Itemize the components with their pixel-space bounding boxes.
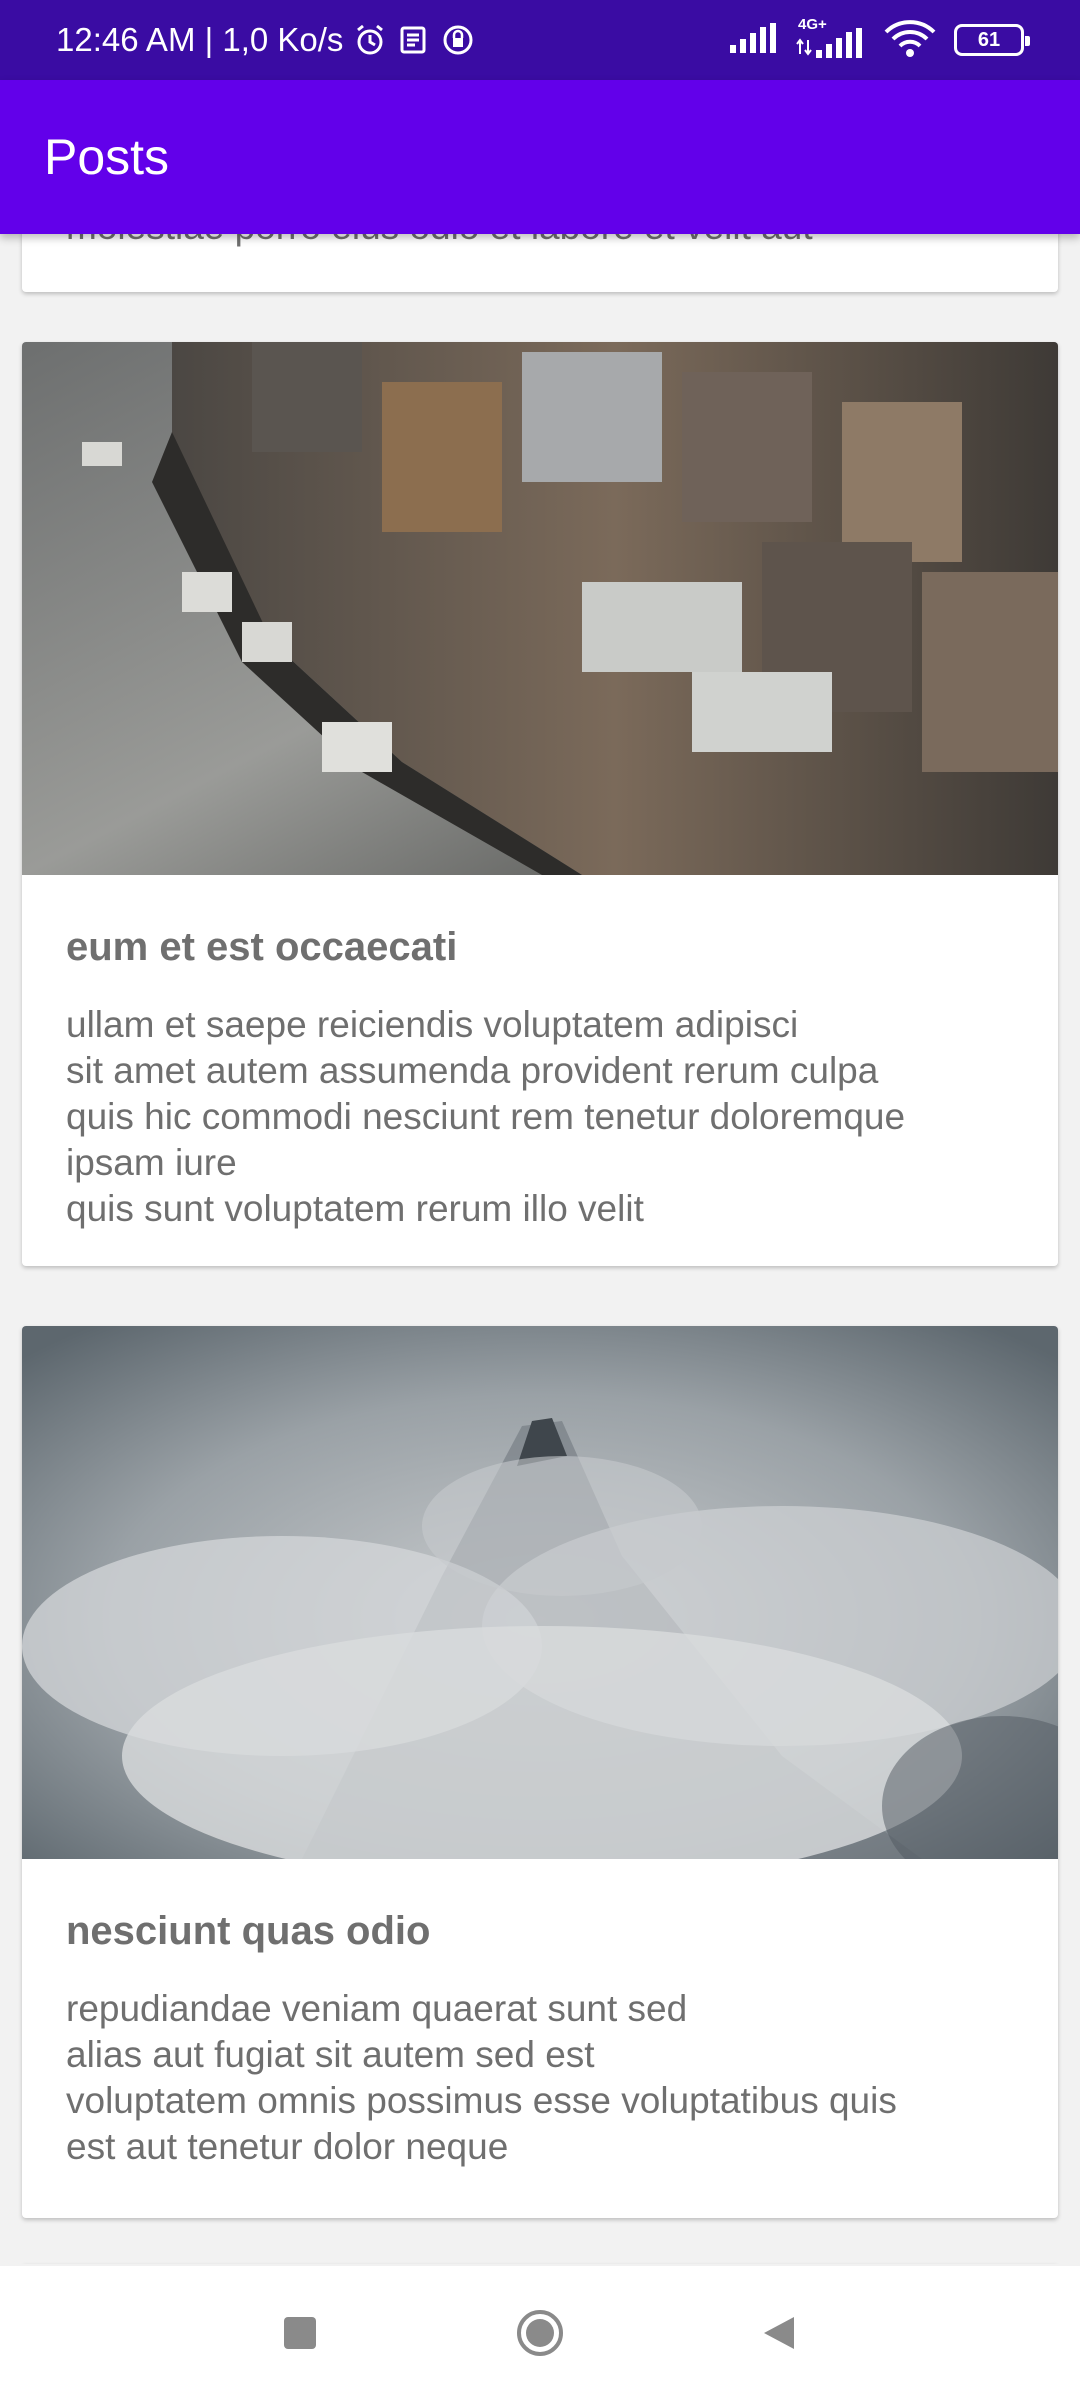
vpn-icon <box>441 23 475 57</box>
status-time: 12:46 AM | 1,0 Ko/s <box>56 21 344 58</box>
recent-apps-icon[interactable] <box>270 2303 330 2363</box>
alarm-icon <box>353 23 387 57</box>
post-image-city <box>22 342 1058 875</box>
back-icon[interactable] <box>750 2303 810 2363</box>
post-body: ullam et saepe reiciendis voluptatem adi… <box>66 1004 906 1229</box>
post-title: eum et est occaecati <box>66 925 458 969</box>
post-body: repudiandae veniam quaerat sunt sed alia… <box>66 1988 897 2167</box>
signal-icon <box>728 22 778 58</box>
post-card[interactable]: eum et est occaecati ullam et saepe reic… <box>22 342 1058 1266</box>
post-image-mountain <box>22 1326 1058 1859</box>
post-content: nesciunt quas odio repudiandae veniam qu… <box>22 1859 1058 2170</box>
app-bar: Posts <box>0 80 1080 234</box>
signal-4g-icon: 4G+ <box>796 16 866 60</box>
battery-level: 61 <box>977 28 1001 51</box>
post-card[interactable]: nesciunt quas odio repudiandae veniam qu… <box>22 1326 1058 2218</box>
battery-icon: 61 <box>954 24 1030 56</box>
post-content: eum et est occaecati ullam et saepe reic… <box>22 875 1058 1232</box>
wifi-icon <box>884 18 936 63</box>
page-title: Posts <box>44 129 170 185</box>
post-title: nesciunt quas odio <box>66 1909 431 1953</box>
post-card[interactable]: molestiae porro eius odio et labore et v… <box>22 234 1058 292</box>
status-left: 12:46 AM | 1,0 Ko/s <box>56 21 475 59</box>
news-icon <box>397 23 431 57</box>
home-icon[interactable] <box>510 2303 570 2363</box>
posts-list[interactable]: molestiae porro eius odio et labore et v… <box>0 234 1080 2264</box>
status-right: 4G+ 61 <box>728 16 1030 63</box>
post-body: molestiae porro eius odio et labore et v… <box>66 234 813 250</box>
navigation-bar <box>0 2266 1080 2400</box>
status-bar: 12:46 AM | 1,0 Ko/s 4G+ 61 <box>0 0 1080 80</box>
